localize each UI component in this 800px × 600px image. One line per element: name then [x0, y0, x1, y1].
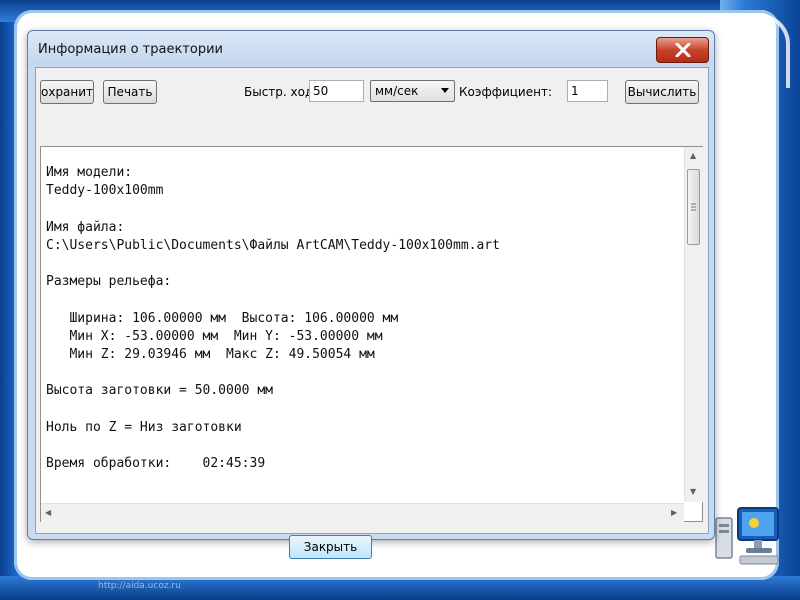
- close-window-button[interactable]: [656, 37, 709, 63]
- print-button[interactable]: Печать: [103, 80, 157, 104]
- relief-size-label: Размеры рельефа:: [46, 274, 172, 290]
- vertical-scroll-thumb[interactable]: [687, 169, 700, 245]
- model-name-value: Teddy-100x100mm: [46, 183, 164, 199]
- computer-icon: [712, 506, 784, 568]
- scroll-left-icon[interactable]: ◀: [45, 508, 51, 517]
- window-title: Информация о траектории: [38, 42, 223, 57]
- report-text: Имя модели: Teddy-100x100mm Имя файла: C…: [46, 164, 671, 484]
- relief-min-max-z: Мин Z: 29.03946 мм Макс Z: 49.50054 мм: [46, 347, 375, 363]
- relief-min-xy: Мин X: -53.00000 мм Мин Y: -53.00000 мм: [46, 328, 383, 344]
- coefficient-input[interactable]: 1: [567, 80, 608, 102]
- blank-height: Высота заготовки = 50.0000 мм: [46, 383, 273, 399]
- save-button[interactable]: охранит: [40, 80, 94, 104]
- trajectory-info-dialog: Информация о траектории охранит Печать Б…: [27, 30, 715, 559]
- close-x-icon: [675, 43, 691, 57]
- file-name-label: Имя файла:: [46, 219, 125, 235]
- file-path-value: C:\Users\Public\Documents\Файлы ArtCAM\T…: [46, 237, 500, 253]
- calculate-button[interactable]: Вычислить: [625, 80, 699, 104]
- scroll-right-icon[interactable]: ▶: [671, 508, 677, 517]
- rapid-speed-input[interactable]: 50: [309, 80, 364, 102]
- scroll-down-icon[interactable]: ▼: [690, 487, 696, 496]
- dialog-client-area: охранит Печать Быстр. ход 50 мм/сек Коэф…: [35, 67, 709, 559]
- trajectory-report[interactable]: Имя модели: Teddy-100x100mm Имя файла: C…: [40, 146, 703, 522]
- title-bar: Информация о траектории: [28, 31, 714, 67]
- units-select-value: мм/сек: [375, 84, 419, 98]
- vertical-scrollbar[interactable]: ▲ ▼: [684, 147, 703, 502]
- relief-width-height: Ширина: 106.00000 мм Высота: 106.00000 м…: [46, 310, 399, 326]
- scroll-up-icon[interactable]: ▲: [690, 151, 696, 160]
- coefficient-label: Коэффициент:: [459, 85, 552, 99]
- zero-z: Ноль по Z = Низ заготовки: [46, 419, 242, 435]
- chevron-down-icon: [441, 88, 449, 93]
- slide-decoration: [716, 14, 790, 88]
- machining-time: Время обработки: 02:45:39: [46, 456, 266, 472]
- rapid-speed-label: Быстр. ход: [244, 85, 314, 99]
- grip-icon: [691, 203, 696, 211]
- close-button[interactable]: Закрыть: [289, 535, 372, 559]
- horizontal-scrollbar[interactable]: ◀ ▶: [41, 503, 684, 522]
- model-name-label: Имя модели:: [46, 165, 133, 180]
- units-select[interactable]: мм/сек: [370, 80, 455, 102]
- watermark-text: http://aida.ucoz.ru: [98, 581, 181, 591]
